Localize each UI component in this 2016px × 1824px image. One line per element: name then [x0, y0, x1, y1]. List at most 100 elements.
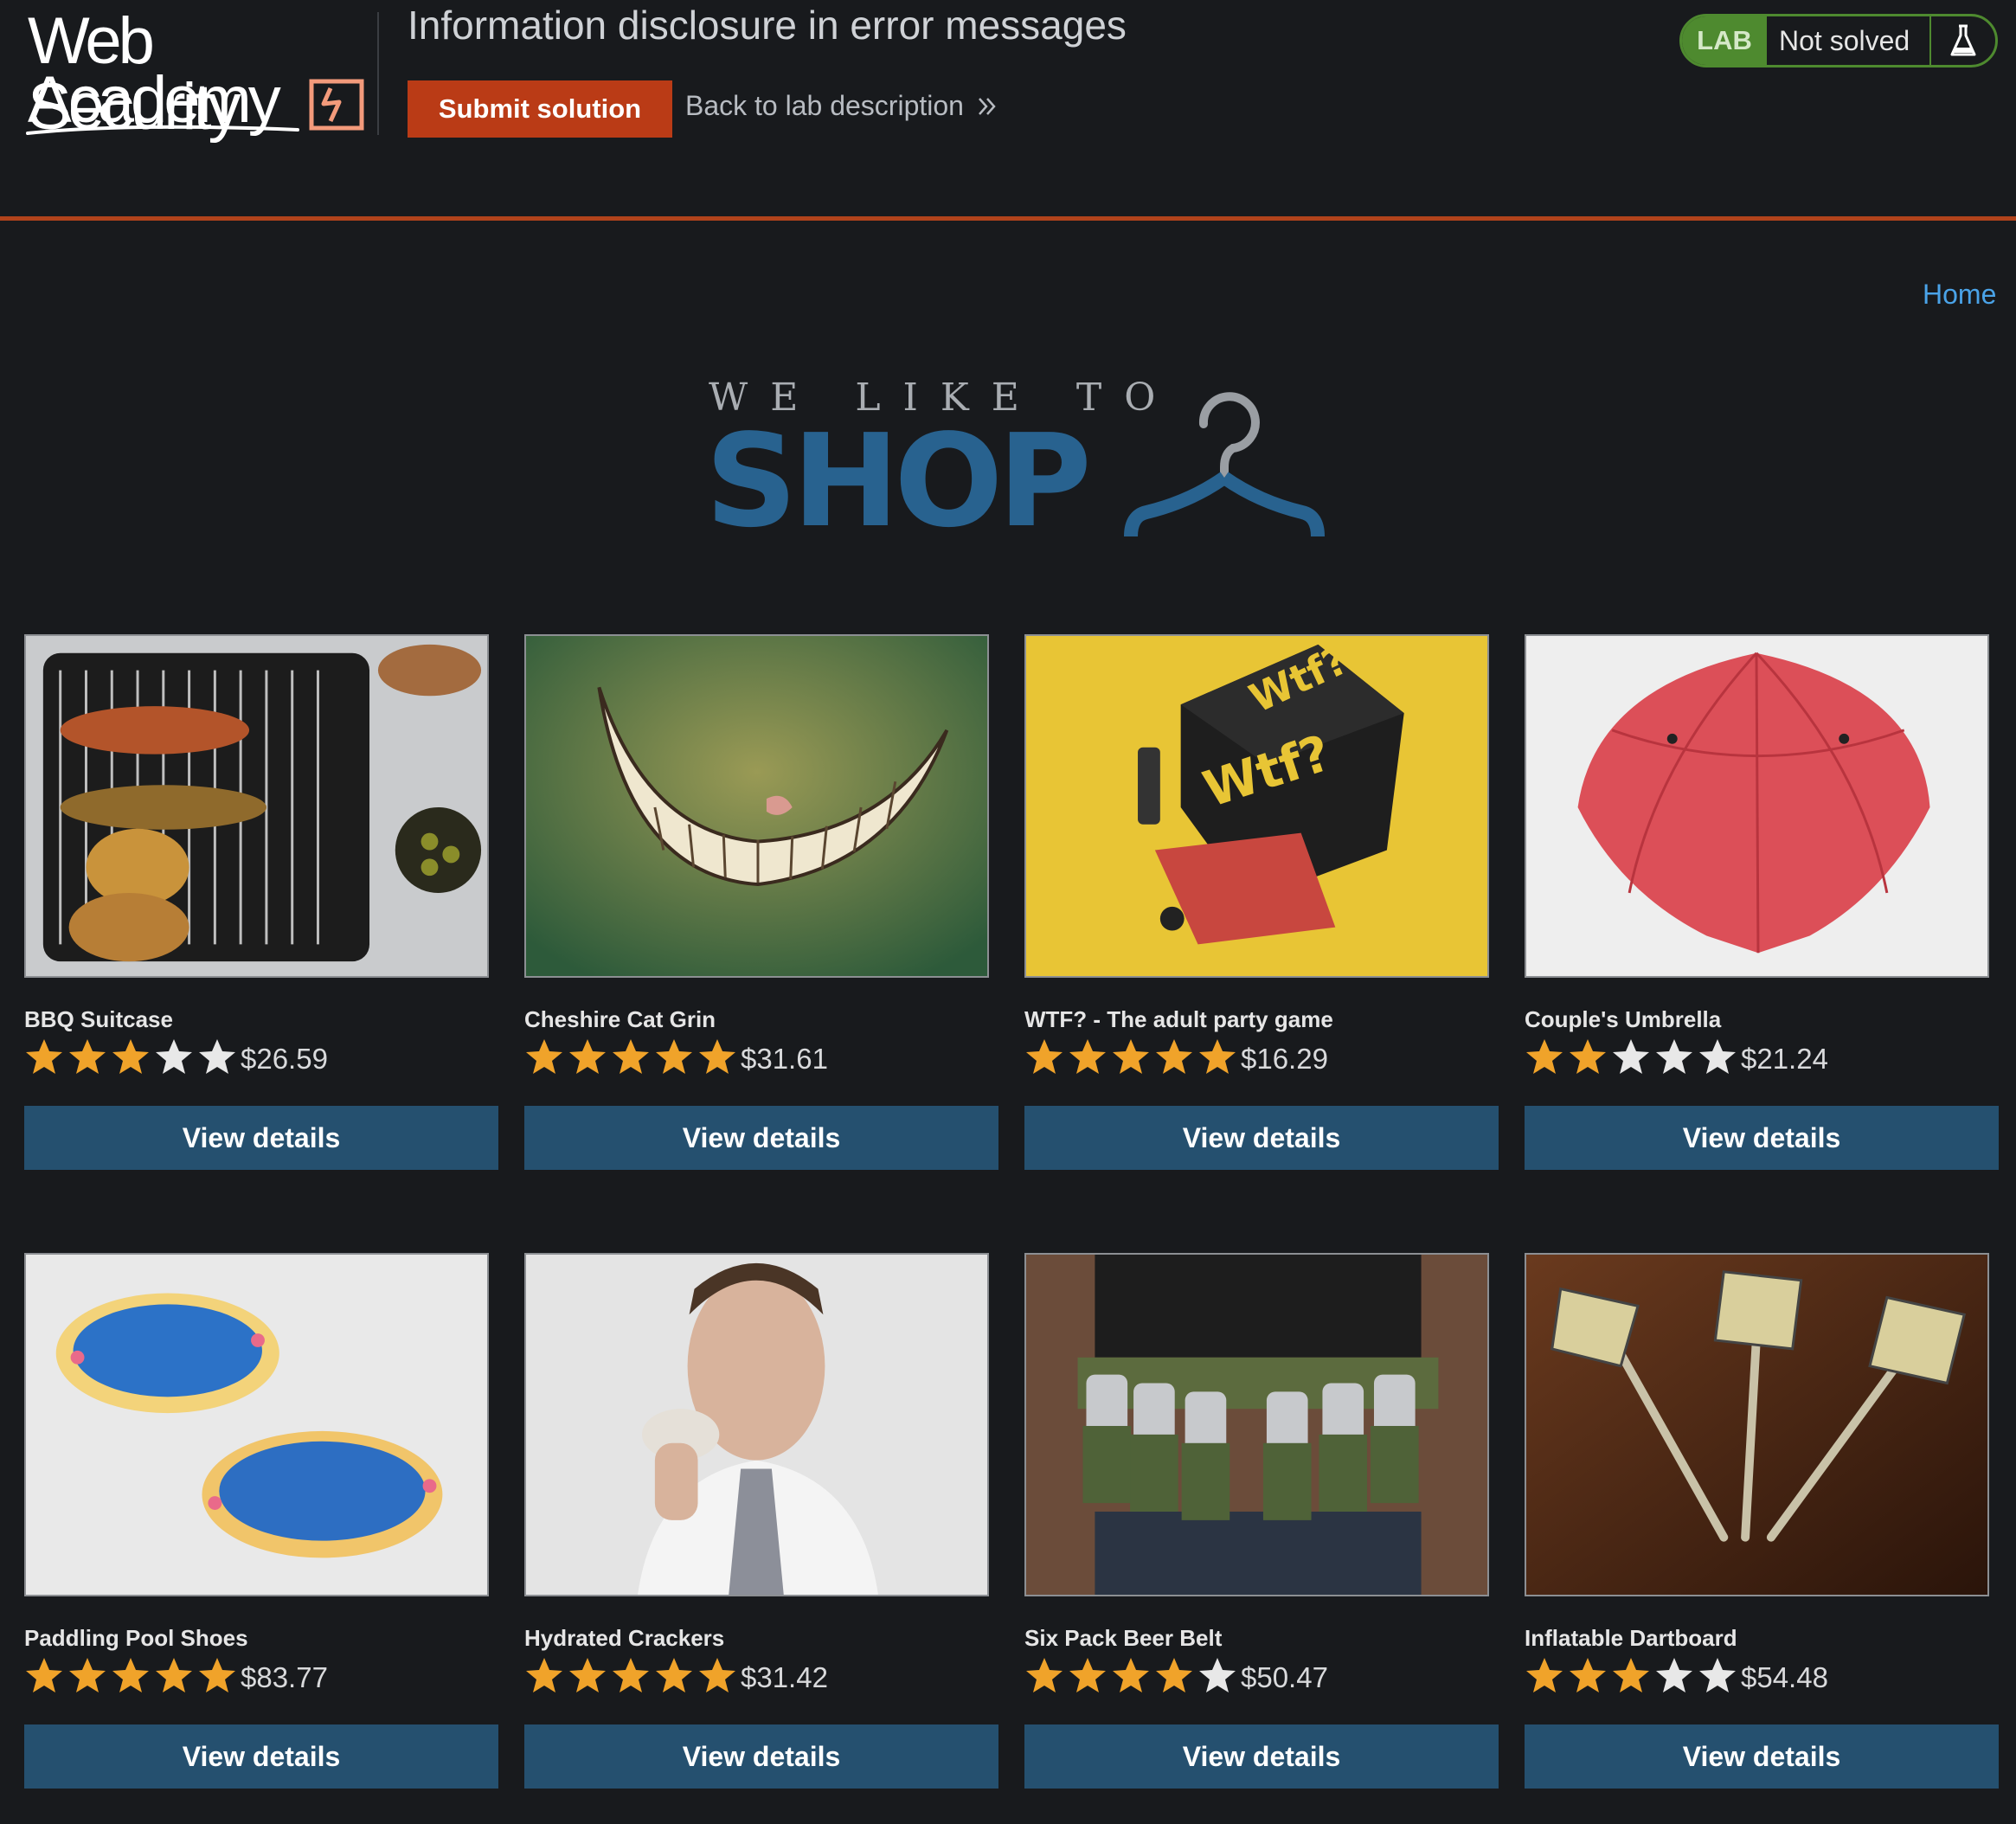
view-details-button[interactable]: View details: [1525, 1106, 1999, 1170]
party-game-box-image: Wtf? Wtf?: [1024, 634, 1489, 978]
back-to-lab-description-link[interactable]: Back to lab description: [685, 90, 998, 122]
product-rating: [1525, 1037, 1737, 1076]
star-filled-icon: [569, 1039, 606, 1074]
star-filled-icon: [1570, 1658, 1606, 1692]
product-card: Six Pack Beer Belt $50.47 View details: [1024, 1253, 1499, 1824]
star-filled-icon: [699, 1039, 735, 1074]
lab-badge: LAB: [1682, 16, 1767, 65]
star-filled-icon: [69, 1658, 106, 1692]
view-details-button[interactable]: View details: [24, 1106, 498, 1170]
product-price: $16.29: [1241, 1043, 1328, 1075]
product-name: Cheshire Cat Grin: [524, 1006, 716, 1032]
double-chevron-right-icon: [979, 97, 996, 115]
submit-solution-button[interactable]: Submit solution: [408, 80, 672, 138]
flask-icon-container: [1929, 16, 1995, 65]
star-filled-icon: [1199, 1039, 1236, 1074]
product-price: $83.77: [241, 1661, 328, 1693]
star-filled-icon: [526, 1039, 562, 1074]
star-filled-icon: [1069, 1039, 1106, 1074]
product-card: Paddling Pool Shoes $83.77 View details: [24, 1253, 498, 1824]
product-rating: [24, 1656, 237, 1694]
star-empty-icon: [1199, 1658, 1236, 1692]
star-filled-icon: [613, 1039, 649, 1074]
star-filled-icon: [1570, 1039, 1606, 1074]
paddling-pools-image: [24, 1253, 489, 1596]
product-rating: [24, 1037, 237, 1076]
product-card: Hydrated Crackers $31.42 View details: [524, 1253, 998, 1824]
web-security-academy-logo[interactable]: Web Security Academy: [26, 7, 374, 140]
star-empty-icon: [1656, 1658, 1692, 1692]
star-filled-icon: [1026, 1658, 1063, 1692]
banner-shop-title: SHOP: [705, 407, 1092, 556]
product-name: Paddling Pool Shoes: [24, 1625, 248, 1651]
man-eating-cracker-image: [524, 1253, 989, 1596]
product-price: $54.48: [1741, 1661, 1828, 1693]
shop-banner: WE LIKE TO SHOP: [705, 372, 1328, 554]
star-empty-icon: [156, 1039, 192, 1074]
lab-status-text: Not solved: [1779, 24, 1910, 56]
product-name: BBQ Suitcase: [24, 1006, 173, 1032]
star-empty-icon: [1699, 1039, 1736, 1074]
star-filled-icon: [1113, 1658, 1149, 1692]
product-rating: [1024, 1656, 1237, 1694]
view-details-button[interactable]: View details: [24, 1724, 498, 1789]
star-filled-icon: [69, 1039, 106, 1074]
star-filled-icon: [1156, 1039, 1192, 1074]
product-card: BBQ Suitcase $26.59 View details: [24, 634, 498, 1205]
product-card: Inflatable Dartboard $54.48 View details: [1525, 1253, 1999, 1824]
hanger-icon: [1124, 392, 1325, 537]
product-price: $31.42: [741, 1661, 828, 1693]
flask-icon: [1950, 24, 1976, 56]
product-rating: [524, 1656, 737, 1694]
product-rating: [1525, 1656, 1737, 1694]
star-filled-icon: [699, 1658, 735, 1692]
view-details-button[interactable]: View details: [524, 1724, 998, 1789]
product-price: $50.47: [1241, 1661, 1328, 1693]
product-rating: [1024, 1037, 1237, 1076]
star-empty-icon: [1699, 1658, 1736, 1692]
lab-status-widget: LAB Not solved: [1679, 14, 1998, 67]
view-details-button[interactable]: View details: [524, 1106, 998, 1170]
product-name: Hydrated Crackers: [524, 1625, 725, 1651]
star-filled-icon: [199, 1658, 235, 1692]
lab-header: Web Security Academy Information disclos…: [0, 0, 2016, 221]
product-name: Couple's Umbrella: [1525, 1006, 1722, 1032]
product-price: $26.59: [241, 1043, 328, 1075]
header-divider: [377, 12, 379, 135]
home-link[interactable]: Home: [1923, 279, 1996, 311]
cat-grin-image: [524, 634, 989, 978]
product-card: Cheshire Cat Grin $31.61 View details: [524, 634, 998, 1205]
star-filled-icon: [1156, 1658, 1192, 1692]
product-card: Wtf? Wtf? WTF? - The adult party game $1…: [1024, 634, 1499, 1205]
star-filled-icon: [613, 1658, 649, 1692]
star-empty-icon: [1656, 1039, 1692, 1074]
star-filled-icon: [1113, 1039, 1149, 1074]
red-umbrella-image: [1525, 634, 1989, 978]
product-name: Inflatable Dartboard: [1525, 1625, 1737, 1651]
star-filled-icon: [1526, 1658, 1563, 1692]
star-filled-icon: [656, 1039, 692, 1074]
star-empty-icon: [199, 1039, 235, 1074]
star-filled-icon: [1069, 1658, 1106, 1692]
product-price: $21.24: [1741, 1043, 1828, 1075]
star-filled-icon: [1613, 1658, 1649, 1692]
product-card: Couple's Umbrella $21.24 View details: [1525, 634, 1999, 1205]
bbq-grill-image: [24, 634, 489, 978]
lightning-bolt-icon: [309, 79, 364, 131]
star-filled-icon: [1026, 1039, 1063, 1074]
star-filled-icon: [526, 1658, 562, 1692]
darts-image: [1525, 1253, 1989, 1596]
star-filled-icon: [569, 1658, 606, 1692]
star-filled-icon: [656, 1658, 692, 1692]
product-price: $31.61: [741, 1043, 828, 1075]
star-filled-icon: [26, 1658, 62, 1692]
star-empty-icon: [1613, 1039, 1649, 1074]
back-link-label: Back to lab description: [685, 90, 964, 121]
star-filled-icon: [112, 1658, 149, 1692]
view-details-button[interactable]: View details: [1024, 1106, 1499, 1170]
view-details-button[interactable]: View details: [1525, 1724, 1999, 1789]
star-filled-icon: [156, 1658, 192, 1692]
logo-underline: [26, 125, 299, 135]
view-details-button[interactable]: View details: [1024, 1724, 1499, 1789]
beer-belt-image: [1024, 1253, 1489, 1596]
